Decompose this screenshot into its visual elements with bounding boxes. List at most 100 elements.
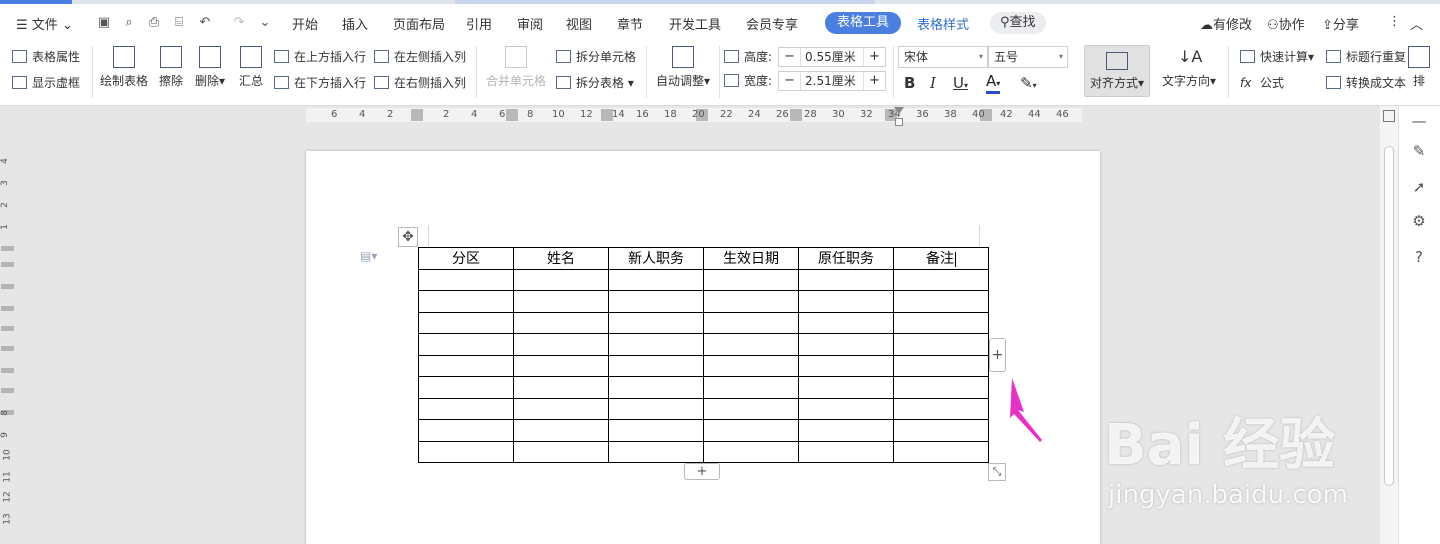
settings-sliders-icon[interactable]: ⚙ xyxy=(1410,212,1428,230)
table-cell[interactable] xyxy=(893,397,989,420)
table-cell[interactable] xyxy=(893,354,989,377)
height-plus-button[interactable]: + xyxy=(863,48,885,66)
table-cell[interactable] xyxy=(608,268,704,291)
font-size-select[interactable]: 五号 ▾ xyxy=(988,46,1068,68)
split-table-button[interactable]: 拆分表格 ▾ xyxy=(556,73,634,93)
header-cell-name[interactable]: 姓名 xyxy=(513,247,609,270)
table-cell[interactable] xyxy=(703,268,799,291)
vertical-ruler[interactable]: 4 3 2 1 8 9 10 11 12 13 xyxy=(0,124,14,544)
font-name-select[interactable]: 宋体 ▾ xyxy=(898,46,988,68)
table-move-handle[interactable]: ✥ xyxy=(398,227,418,247)
show-gridlines-button[interactable]: 显示虚框 xyxy=(12,73,80,93)
insert-col-right-button[interactable]: 在右侧插入列 xyxy=(374,73,466,93)
tab-chapter[interactable]: 章节 xyxy=(617,14,643,33)
indent-marker[interactable] xyxy=(894,107,904,114)
tab-references[interactable]: 引用 xyxy=(466,14,492,33)
table-cell[interactable] xyxy=(798,397,894,420)
tab-table-style[interactable]: 表格样式 xyxy=(917,14,969,33)
table-cell[interactable] xyxy=(513,354,609,377)
tab-developer[interactable]: 开发工具 xyxy=(669,14,721,33)
table-cell[interactable] xyxy=(893,333,989,356)
header-cell-remarks[interactable]: 备注 xyxy=(893,247,989,270)
table-cell[interactable] xyxy=(513,333,609,356)
header-cell-district[interactable]: 分区 xyxy=(418,247,514,270)
table-cell[interactable] xyxy=(798,290,894,313)
table-cell[interactable] xyxy=(608,354,704,377)
changes-button[interactable]: ☁有修改 xyxy=(1200,14,1252,33)
add-column-button[interactable]: + xyxy=(989,338,1006,372)
table-cell[interactable] xyxy=(703,397,799,420)
table-cell[interactable] xyxy=(608,290,704,313)
table-cell[interactable] xyxy=(893,290,989,313)
tab-insert[interactable]: 插入 xyxy=(342,14,368,33)
table-cell[interactable] xyxy=(608,440,704,463)
collapse-ribbon-icon[interactable]: ︿ xyxy=(1410,14,1423,33)
vertical-scrollbar[interactable] xyxy=(1380,106,1398,544)
table-properties-button[interactable]: 表格属性 xyxy=(12,47,80,67)
insert-row-above-button[interactable]: 在上方插入行 xyxy=(274,47,366,67)
document-table[interactable]: 分区 姓名 新人职务 生效日期 原任职务 备注 xyxy=(418,247,989,463)
text-direction-button[interactable]: ↓A 文字方向▾ xyxy=(1158,46,1220,89)
table-cell[interactable] xyxy=(418,354,514,377)
auto-fit-button[interactable]: 自动调整▾ xyxy=(653,46,713,89)
convert-text-button[interactable]: 转换成文本 xyxy=(1326,73,1406,93)
table-cell[interactable] xyxy=(513,376,609,399)
height-value[interactable]: 0.55厘米 xyxy=(805,48,856,66)
tab-page-layout[interactable]: 页面布局 xyxy=(393,14,445,33)
table-cell[interactable] xyxy=(703,354,799,377)
table-cell[interactable] xyxy=(893,419,989,442)
italic-icon[interactable]: I xyxy=(930,74,936,92)
alignment-button[interactable]: 对齐方式▾ xyxy=(1084,45,1150,97)
table-cell[interactable] xyxy=(893,440,989,463)
table-cell[interactable] xyxy=(608,419,704,442)
table-cell[interactable] xyxy=(418,268,514,291)
help-icon[interactable]: ? xyxy=(1410,248,1428,266)
collapse-panel-icon[interactable]: — xyxy=(1410,112,1428,130)
redo-icon[interactable]: ↷ xyxy=(230,14,248,32)
tab-review[interactable]: 审阅 xyxy=(517,14,543,33)
table-cell[interactable] xyxy=(608,397,704,420)
tab-member[interactable]: 会员专享 xyxy=(746,14,798,33)
print-preview-icon[interactable]: ⌸ xyxy=(170,14,188,32)
split-cells-button[interactable]: 拆分单元格 xyxy=(556,47,636,67)
table-cell[interactable] xyxy=(703,440,799,463)
search-button[interactable]: ⚲查找 xyxy=(990,12,1046,34)
table-cell[interactable] xyxy=(418,376,514,399)
header-cell-old-position[interactable]: 原任职务 xyxy=(798,247,894,270)
tab-start[interactable]: 开始 xyxy=(292,14,318,33)
table-cell[interactable] xyxy=(798,268,894,291)
width-value[interactable]: 2.51厘米 xyxy=(805,72,856,90)
quick-calc-button[interactable]: 快速计算▾ xyxy=(1240,47,1314,67)
table-cell[interactable] xyxy=(703,419,799,442)
height-stepper[interactable]: − 0.55厘米 + xyxy=(778,47,886,67)
formula-button[interactable]: fx 公式 xyxy=(1240,73,1284,93)
add-row-button[interactable]: + xyxy=(684,463,720,480)
table-cell[interactable] xyxy=(418,419,514,442)
paragraph-icon[interactable]: ▤▾ xyxy=(360,249,377,263)
horizontal-ruler[interactable]: 6 4 2 2 4 6 8 10 12 14 16 18 20 22 24 26… xyxy=(0,106,1380,126)
table-cell[interactable] xyxy=(798,311,894,334)
table-cell[interactable] xyxy=(513,268,609,291)
table-cell[interactable] xyxy=(608,333,704,356)
undo-icon[interactable]: ↶ xyxy=(196,14,214,32)
width-plus-button[interactable]: + xyxy=(863,72,885,90)
insert-col-left-button[interactable]: 在左侧插入列 xyxy=(374,47,466,67)
table-cell[interactable] xyxy=(703,311,799,334)
table-cell[interactable] xyxy=(798,376,894,399)
table-cell[interactable] xyxy=(703,290,799,313)
summary-button[interactable]: 汇总 xyxy=(221,46,281,89)
merge-cells-button[interactable]: 合并单元格 xyxy=(484,46,548,89)
more-icon[interactable]: ⋮ xyxy=(1388,14,1401,29)
table-cell[interactable] xyxy=(418,290,514,313)
table-cell[interactable] xyxy=(513,397,609,420)
table-cell[interactable] xyxy=(513,419,609,442)
file-menu[interactable]: ☰ 文件 ⌄ xyxy=(16,14,73,33)
insert-row-below-button[interactable]: 在下方插入行 xyxy=(274,73,366,93)
font-color-icon[interactable]: A▾ xyxy=(986,74,1001,94)
table-cell[interactable] xyxy=(513,311,609,334)
header-cell-new-position[interactable]: 新人职务 xyxy=(608,247,704,270)
table-cell[interactable] xyxy=(798,419,894,442)
scrollbar-thumb[interactable] xyxy=(1384,146,1394,486)
table-cell[interactable] xyxy=(798,333,894,356)
document-page[interactable]: ✥ ▤▾ 分区 姓名 新人职务 生效日期 原任职务 备注 + + ⤡ xyxy=(306,151,1100,544)
